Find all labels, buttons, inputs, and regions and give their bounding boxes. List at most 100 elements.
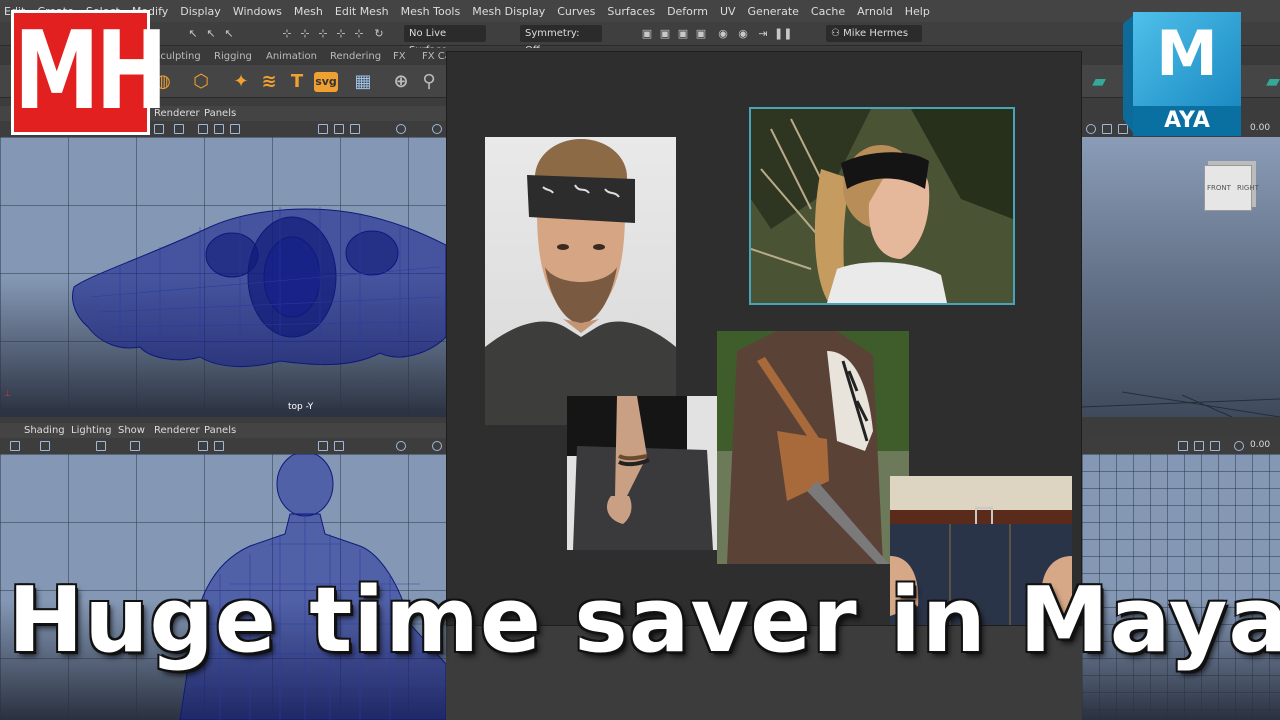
lighting-icon[interactable] xyxy=(396,124,406,134)
menu-cache[interactable]: Cache xyxy=(811,5,845,18)
headband-woman-image xyxy=(751,109,1013,303)
tab-rendering[interactable]: Rendering xyxy=(330,51,381,62)
menu-edit-mesh[interactable]: Edit Mesh xyxy=(335,5,389,18)
smooth-shade-icon[interactable] xyxy=(334,441,344,451)
reference-photo-bracelet[interactable] xyxy=(567,396,721,550)
user-icon: ⚇ xyxy=(831,28,844,39)
pause-icon[interactable]: ❚❚ xyxy=(774,27,792,41)
svg-tool-icon[interactable]: svg xyxy=(314,72,338,92)
uv-grid-icon[interactable]: ▦ xyxy=(352,71,374,93)
grid-toggle-icon[interactable] xyxy=(198,124,208,134)
transform-tool-icon[interactable]: ⊕ xyxy=(390,71,412,93)
stop-render-icon[interactable]: ⇥ xyxy=(756,27,770,41)
camera-attr-icon[interactable] xyxy=(96,441,106,451)
xray-joints-icon[interactable] xyxy=(1178,441,1188,451)
modeling-toolkit-icon[interactable]: ▰ xyxy=(1088,71,1110,93)
reference-photo-holster-vest[interactable] xyxy=(717,331,909,564)
shadows-icon[interactable] xyxy=(1102,124,1112,134)
snap-point-icon[interactable]: ⊹ xyxy=(316,27,330,41)
reference-photo-headband-woman[interactable] xyxy=(749,107,1015,305)
xray-icon[interactable] xyxy=(432,441,442,451)
isolate-select-icon[interactable] xyxy=(1210,441,1220,451)
menu-surfaces[interactable]: Surfaces xyxy=(607,5,655,18)
menu-help[interactable]: Help xyxy=(905,5,930,18)
wireframe-icon[interactable] xyxy=(318,441,328,451)
menu-uv[interactable]: UV xyxy=(720,5,736,18)
render-frame-icon[interactable]: ▣ xyxy=(658,27,672,41)
snap-grid-icon[interactable]: ⊹ xyxy=(280,27,294,41)
text-tool-icon[interactable]: T xyxy=(286,71,308,93)
lighting-icon[interactable] xyxy=(396,441,406,451)
search-shelf-icon[interactable]: ⚲ xyxy=(418,71,440,93)
menu-panels[interactable]: Panels xyxy=(204,425,236,436)
select-camera-icon[interactable] xyxy=(10,441,20,451)
wireframe-icon[interactable] xyxy=(318,124,328,134)
xray-icon[interactable] xyxy=(432,124,442,134)
user-name: Mike Hermes xyxy=(843,28,909,39)
ipr-render-icon[interactable]: ▣ xyxy=(676,27,690,41)
polygon-star-icon[interactable]: ✦ xyxy=(230,71,252,93)
top-view-viewport[interactable]: top -Y ⊥ xyxy=(0,137,446,417)
gear-icon[interactable] xyxy=(1234,441,1244,451)
arnold-render-icon[interactable]: ◉ xyxy=(736,27,750,41)
hypershade-icon[interactable]: ◉ xyxy=(716,27,730,41)
maya-logo: M AYA xyxy=(1123,12,1241,136)
camera-lock-icon[interactable] xyxy=(40,441,50,451)
menu-lighting[interactable]: Lighting xyxy=(71,425,111,436)
tab-fx[interactable]: FX xyxy=(393,51,406,62)
shelf-end-icon[interactable]: ▰ xyxy=(1262,71,1280,93)
menu-arnold[interactable]: Arnold xyxy=(857,5,893,18)
film-gate-icon[interactable] xyxy=(214,124,224,134)
bottom-left-panel-menu: Shading Lighting Show Renderer Panels xyxy=(0,423,446,439)
menu-show[interactable]: Show xyxy=(118,425,145,436)
menu-mesh[interactable]: Mesh xyxy=(294,5,323,18)
render-view-icon[interactable]: ▣ xyxy=(640,27,654,41)
maya-logo-letter: M xyxy=(1156,17,1218,90)
polygon-helix-icon[interactable]: ≋ xyxy=(258,71,280,93)
isolate-icon[interactable] xyxy=(1194,441,1204,451)
persp-grid xyxy=(1082,391,1280,417)
reference-board[interactable] xyxy=(447,52,1081,625)
symmetry-dropdown[interactable]: Symmetry: Off xyxy=(520,25,602,56)
tab-rigging[interactable]: Rigging xyxy=(214,51,252,62)
headline-title: Huge time saver in Maya xyxy=(8,568,1280,673)
film-gate-icon[interactable] xyxy=(214,441,224,451)
grid-toggle-icon[interactable] xyxy=(198,441,208,451)
snap-curve-icon[interactable]: ⊹ xyxy=(298,27,312,41)
menu-panels[interactable]: Panels xyxy=(204,108,236,119)
menu-curves[interactable]: Curves xyxy=(557,5,595,18)
live-surface-field[interactable]: No Live Surface xyxy=(404,25,486,56)
menu-generate[interactable]: Generate xyxy=(748,5,799,18)
polygon-platonic-icon[interactable]: ⬡ xyxy=(190,71,212,93)
snap-surface-icon[interactable]: ⊹ xyxy=(352,27,366,41)
smooth-shade-icon[interactable] xyxy=(334,124,344,134)
lighting-icon[interactable] xyxy=(1086,124,1096,134)
exposure-value[interactable]: 0.00 xyxy=(1250,123,1270,133)
render-settings-icon[interactable]: ▣ xyxy=(694,27,708,41)
paint-select-icon[interactable]: ↖ xyxy=(222,27,236,41)
menu-windows[interactable]: Windows xyxy=(233,5,282,18)
menu-deform[interactable]: Deform xyxy=(667,5,708,18)
user-account-button[interactable]: ⚇ Mike Hermes xyxy=(826,25,922,42)
tab-animation[interactable]: Animation xyxy=(266,51,317,62)
bookmark-icon[interactable] xyxy=(130,441,140,451)
menu-mesh-tools[interactable]: Mesh Tools xyxy=(401,5,461,18)
menu-renderer[interactable]: Renderer xyxy=(154,425,200,436)
persp-view-viewport[interactable]: FRONT RIGHT xyxy=(1082,137,1280,417)
select-tool-icon[interactable]: ↖ xyxy=(186,27,200,41)
lasso-tool-icon[interactable]: ↖ xyxy=(204,27,218,41)
holster-vest-image xyxy=(717,331,909,564)
textured-icon[interactable] xyxy=(350,124,360,134)
bookmark-icon[interactable] xyxy=(174,124,184,134)
snap-vertex-icon[interactable]: ↻ xyxy=(372,27,386,41)
bottom-left-panel-toolbar xyxy=(0,438,446,454)
mh-logo-text: MH xyxy=(14,9,168,135)
snap-view-icon[interactable]: ⊹ xyxy=(334,27,348,41)
exposure-value[interactable]: 0.00 xyxy=(1250,440,1270,450)
menu-display[interactable]: Display xyxy=(180,5,221,18)
reference-photo-headband-man[interactable] xyxy=(485,137,676,425)
menu-mesh-display[interactable]: Mesh Display xyxy=(472,5,545,18)
viewport-label: top -Y xyxy=(288,402,314,412)
menu-shading[interactable]: Shading xyxy=(24,425,65,436)
resolution-gate-icon[interactable] xyxy=(230,124,240,134)
